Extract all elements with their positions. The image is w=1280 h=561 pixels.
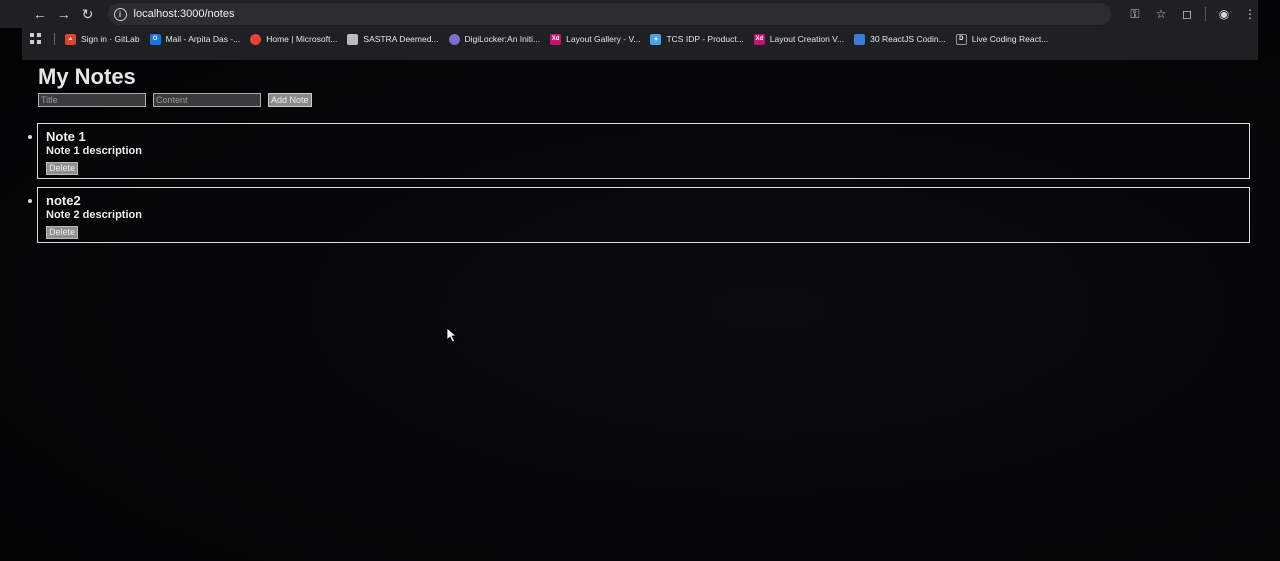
page-title: My Notes: [38, 64, 136, 89]
profile-icon[interactable]: ◉: [1216, 7, 1232, 21]
bookmark-item[interactable]: SASTRA Deemed...: [347, 33, 439, 45]
xd-icon: Xd: [550, 33, 562, 45]
bookmark-item[interactable]: DigiLocker:An Initi...: [448, 33, 541, 45]
delete-button[interactable]: Delete: [46, 225, 79, 239]
xd-icon: Xd: [753, 33, 765, 45]
delete-button[interactable]: Delete: [46, 161, 79, 175]
bookmark-label: Layout Gallery - V...: [566, 34, 641, 44]
bookmark-label: Home | Microsoft...: [266, 34, 338, 44]
puzzle-icon: ✦: [650, 33, 662, 45]
bookmark-item[interactable]: D Live Coding React...: [955, 33, 1049, 45]
bookmarks-bar: ▲ Sign in · GitLab O Mail - Arpita Das -…: [30, 30, 1240, 48]
bookmark-label: Mail - Arpita Das -...: [165, 34, 241, 44]
forward-icon[interactable]: →: [52, 3, 76, 25]
bookmark-item[interactable]: Home | Microsoft...: [250, 33, 338, 45]
list-item: Note 1 Note 1 description Delete: [28, 123, 1250, 179]
title-input[interactable]: [38, 93, 146, 107]
cloud-icon: [448, 33, 460, 45]
bookmark-item[interactable]: ✦ TCS IDP - Product...: [650, 33, 744, 45]
page-icon: [347, 33, 359, 45]
bookmark-item[interactable]: Xd Layout Gallery - V...: [550, 33, 641, 45]
note-title: note2: [46, 193, 81, 208]
content-input[interactable]: [153, 93, 261, 107]
toolbar-divider: [1205, 7, 1206, 21]
reload-icon[interactable]: ↻: [76, 3, 100, 25]
toolbar-actions: ⚿ ☆ ◻ ◉ ⋮: [1127, 7, 1258, 22]
address-bar[interactable]: i localhost:3000/notes: [107, 3, 1111, 25]
bookmarks-divider: [54, 33, 55, 45]
note-description: Note 2 description: [46, 209, 142, 221]
bookmark-item[interactable]: 30 ReactJS Codin...: [854, 33, 946, 45]
apps-grid-icon[interactable]: [30, 33, 42, 45]
password-key-icon[interactable]: ⚿: [1127, 7, 1143, 22]
note-description: Note 1 description: [46, 145, 142, 157]
dev-icon: D: [955, 33, 967, 45]
mouse-cursor-icon: [446, 327, 458, 343]
back-icon[interactable]: ←: [28, 3, 52, 25]
bookmark-label: Live Coding React...: [971, 34, 1049, 44]
bookmark-item[interactable]: O Mail - Arpita Das -...: [149, 33, 241, 45]
bookmark-label: TCS IDP - Product...: [666, 34, 744, 44]
bookmark-label: DigiLocker:An Initi...: [464, 34, 541, 44]
bookmark-item[interactable]: Xd Layout Creation V...: [753, 33, 845, 45]
bookmark-star-icon[interactable]: ☆: [1153, 7, 1169, 21]
bookmark-label: 30 ReactJS Codin...: [870, 34, 946, 44]
browser-toolbar: ← → ↻ i localhost:3000/notes ⚿ ☆ ◻ ◉ ⋮: [0, 0, 1258, 28]
bookmark-item[interactable]: ▲ Sign in · GitLab: [65, 33, 140, 45]
page-icon: [854, 33, 866, 45]
bookmark-label: SASTRA Deemed...: [363, 34, 439, 44]
extensions-icon[interactable]: ◻: [1179, 7, 1195, 21]
screen: ← → ↻ i localhost:3000/notes ⚿ ☆ ◻ ◉ ⋮ ▲…: [0, 0, 1280, 561]
outlook-icon: O: [149, 33, 161, 45]
list-item: note2 Note 2 description Delete: [28, 187, 1250, 243]
notes-list: Note 1 Note 1 description Delete note2 N…: [28, 123, 1250, 251]
note-form: Add Note: [38, 93, 312, 107]
gitlab-icon: ▲: [65, 33, 76, 45]
add-note-button[interactable]: Add Note: [268, 93, 312, 107]
note-title: Note 1: [46, 129, 86, 144]
menu-icon[interactable]: ⋮: [1242, 7, 1258, 21]
site-info-icon[interactable]: i: [113, 7, 127, 21]
microsoft-icon: [250, 33, 262, 45]
bookmark-label: Layout Creation V...: [769, 34, 845, 44]
bookmark-label: Sign in · GitLab: [81, 34, 140, 44]
url-text: localhost:3000/notes: [133, 8, 235, 20]
